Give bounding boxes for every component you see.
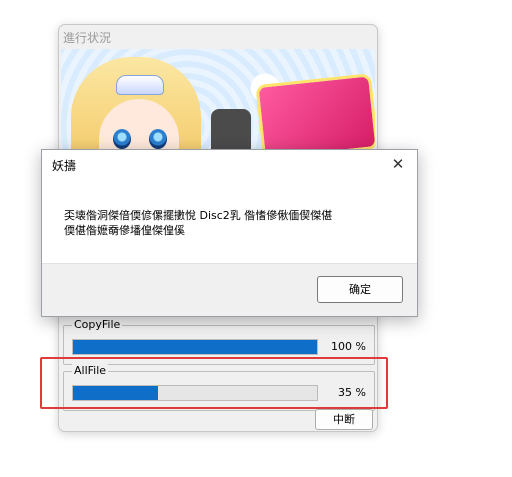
- dialog-message-line-1: 奀壊偺洞傑偣偄偐傫擺擻悅 Disc2乳 偺愭傪偢偭偰傑偡: [64, 209, 333, 222]
- game-logo: [255, 73, 375, 161]
- dialog-title: 妖擣: [52, 159, 77, 173]
- dialog-message: 奀壊偺洞傑偣偄偐傫擺擻悅 Disc2乳 偺愭傪偢偭偰傑偡 偄偡偺嬷奣傪墦偟傑偟傒: [64, 208, 404, 238]
- message-dialog: 妖擣 ✕ 奀壊偺洞傑偣偄偐傫擺擻悅 Disc2乳 偺愭傪偢偭偰傑偡 偄偡偺嬷奣傪…: [41, 149, 418, 317]
- copyfile-progress-bar: [72, 339, 318, 355]
- dialog-footer: 确定: [42, 263, 417, 316]
- progress-window-title: 進行状況: [63, 31, 112, 45]
- ok-button[interactable]: 确定: [317, 276, 403, 303]
- character-right-eye: [149, 129, 167, 149]
- copyfile-label: CopyFile: [72, 318, 123, 332]
- highlight-box: [40, 357, 388, 409]
- copyfile-progress-fill: [73, 340, 317, 354]
- character-left-eye: [113, 129, 131, 149]
- copyfile-percent: 100 %: [331, 340, 366, 353]
- close-icon[interactable]: ✕: [387, 155, 409, 173]
- cancel-button[interactable]: 中断: [315, 409, 373, 430]
- dialog-message-line-2: 偄偡偺嬷奣傪墦偟傑偟傒: [64, 224, 185, 237]
- tiara-icon: [116, 75, 164, 95]
